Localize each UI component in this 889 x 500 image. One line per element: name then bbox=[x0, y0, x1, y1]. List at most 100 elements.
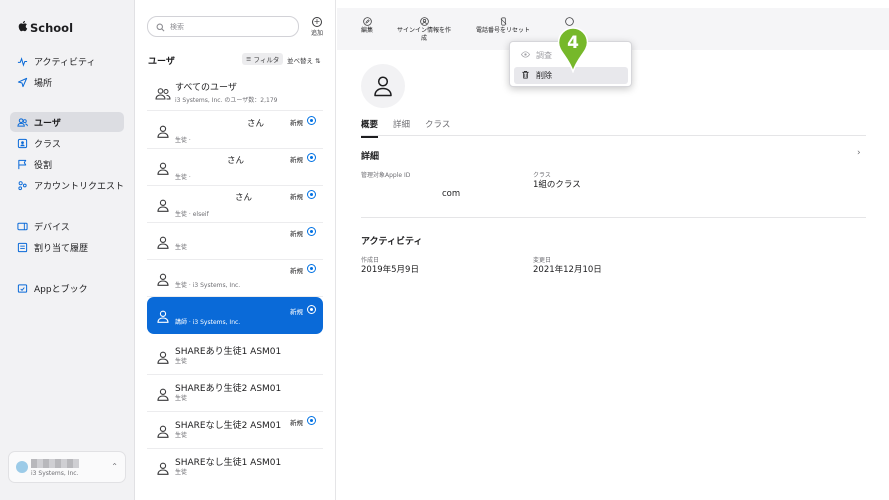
organization-name-redacted bbox=[31, 459, 79, 468]
new-tag: 新規 bbox=[290, 267, 303, 275]
sidebar-item-location[interactable]: 場所 bbox=[10, 72, 124, 92]
person-icon bbox=[157, 160, 169, 175]
person-icon bbox=[157, 271, 169, 286]
sidebar-item-account-requests[interactable]: アカウントリクエスト bbox=[10, 175, 124, 195]
all-users-row[interactable]: すべてのユーザ i3 Systems, Inc. のユーザ数：2,179 bbox=[147, 74, 323, 111]
user-name: SHAREあり生徒2 ASM01 bbox=[175, 384, 282, 394]
sort-button[interactable]: 並べ替え ⇅ bbox=[287, 55, 321, 65]
sidebar-item-label: アクティビティ bbox=[34, 57, 96, 68]
step-number: 4 bbox=[567, 33, 579, 53]
created-value: 2019年5月9日 bbox=[361, 265, 419, 275]
create-signin-label-line2: 成 bbox=[421, 35, 428, 42]
user-row[interactable]: SHAREなし生徒2 ASM01 生徒 新規 bbox=[147, 412, 323, 449]
create-signin-label-line1: サインイン情報を作 bbox=[397, 27, 452, 34]
sidebar-item-label: クラス bbox=[34, 139, 61, 150]
pencil-circle-icon bbox=[362, 17, 372, 26]
user-name: SHAREなし生徒1 ASM01 bbox=[175, 458, 282, 468]
organization-switcher[interactable]: i3 Systems, Inc. ⌃ bbox=[8, 451, 126, 483]
class-icon bbox=[17, 138, 28, 149]
organization-avatar bbox=[16, 461, 28, 473]
sidebar-item-apps-books[interactable]: Appとブック bbox=[10, 278, 124, 298]
user-avatar bbox=[361, 64, 405, 108]
user-role: 生徒 bbox=[175, 244, 188, 251]
sidebar-item-label: ユーザ bbox=[34, 118, 61, 129]
user-role: 生徒 bbox=[175, 358, 188, 365]
sidebar-item-roles[interactable]: 役割 bbox=[10, 154, 124, 174]
trash-icon bbox=[521, 70, 536, 81]
edit-button[interactable]: 編集 bbox=[361, 17, 373, 35]
user-role: 生徒 · i3 Systems, Inc. bbox=[175, 282, 241, 289]
menu-item-label: 削除 bbox=[536, 71, 552, 80]
person-icon bbox=[157, 460, 169, 475]
reset-phone-button[interactable]: 電話番号をリセット bbox=[476, 17, 530, 35]
new-tag: 新規 bbox=[290, 419, 303, 427]
search-field[interactable] bbox=[147, 16, 299, 37]
user-name: さん bbox=[247, 119, 265, 129]
user-row[interactable]: 生徒 · i3 Systems, Inc. 新規 bbox=[147, 260, 323, 297]
more-button[interactable] bbox=[565, 17, 574, 27]
app-logo: School bbox=[17, 20, 73, 35]
user-row-selected[interactable]: 講師 · i3 Systems, Inc. 新規 bbox=[147, 297, 323, 334]
person-icon bbox=[157, 423, 169, 438]
users-icon bbox=[17, 117, 28, 128]
user-row[interactable]: SHAREあり生徒1 ASM01 生徒 bbox=[147, 338, 323, 375]
account-request-icon bbox=[17, 180, 28, 191]
user-row[interactable]: さん 生徒 · 新規 bbox=[147, 149, 323, 186]
apps-books-icon bbox=[17, 283, 28, 294]
radio-selected-icon bbox=[307, 190, 316, 199]
sidebar-item-assignment-history[interactable]: 割り当て履歴 bbox=[10, 237, 124, 257]
add-label: 追加 bbox=[310, 30, 323, 37]
list-title: ユーザ bbox=[148, 57, 175, 67]
apple-logo-icon bbox=[17, 20, 28, 35]
person-icon bbox=[157, 308, 169, 323]
history-icon bbox=[17, 242, 28, 253]
eye-icon bbox=[521, 50, 536, 61]
sort-arrows-icon: ⇅ bbox=[315, 57, 321, 65]
radio-selected-icon bbox=[307, 416, 316, 425]
sidebar-item-classes[interactable]: クラス bbox=[10, 133, 124, 153]
chevron-updown-icon: ⌃ bbox=[111, 462, 118, 471]
sidebar-item-label: 場所 bbox=[34, 78, 53, 89]
person-icon bbox=[157, 234, 169, 249]
organization-subtitle: i3 Systems, Inc. bbox=[31, 470, 79, 477]
user-list-panel: + 追加 ユーザ ≡ フィルタ 並べ替え ⇅ すべてのユーザ i3 System… bbox=[135, 0, 336, 500]
sidebar-item-activity[interactable]: アクティビティ bbox=[10, 51, 124, 71]
user-name: SHAREあり生徒1 ASM01 bbox=[175, 347, 282, 357]
person-icon bbox=[374, 76, 392, 97]
user-row[interactable]: さん 生徒 · elseif 新規 bbox=[147, 186, 323, 223]
more-circle-icon bbox=[565, 17, 574, 26]
filter-label: フィルタ bbox=[253, 56, 280, 64]
class-value: 1組のクラス bbox=[533, 180, 581, 190]
flag-icon bbox=[17, 159, 28, 170]
add-user-button[interactable]: + 追加 bbox=[307, 17, 327, 37]
radio-selected-icon bbox=[307, 116, 316, 125]
divider bbox=[361, 217, 866, 218]
plus-icon: + bbox=[312, 17, 322, 27]
create-signin-button[interactable]: サインイン情報を作 成 bbox=[397, 17, 451, 43]
user-name: さん bbox=[235, 193, 253, 203]
user-role: 生徒 bbox=[175, 469, 188, 476]
activity-icon bbox=[17, 56, 28, 67]
filter-button[interactable]: ≡ フィルタ bbox=[242, 53, 284, 65]
sidebar-item-users[interactable]: ユーザ bbox=[10, 112, 124, 132]
user-row[interactable]: SHAREあり生徒2 ASM01 生徒 bbox=[147, 375, 323, 412]
new-tag: 新規 bbox=[290, 119, 303, 127]
sidebar-item-devices[interactable]: デバイス bbox=[10, 216, 124, 236]
managed-id-label: 管理対象Apple ID bbox=[361, 172, 411, 179]
new-tag: 新規 bbox=[290, 193, 303, 201]
user-row[interactable]: 生徒 新規 bbox=[147, 223, 323, 260]
modified-value: 2021年12月10日 bbox=[533, 265, 602, 275]
search-icon bbox=[156, 17, 170, 36]
user-row[interactable]: さん 生徒 · 新規 bbox=[147, 112, 323, 149]
divider bbox=[361, 135, 866, 136]
user-role: 生徒 · elseif bbox=[175, 211, 209, 218]
chevron-right-icon[interactable]: › bbox=[857, 148, 861, 158]
user-row[interactable]: SHAREなし生徒1 ASM01 生徒 bbox=[147, 449, 323, 486]
details-section-title: 詳細 bbox=[361, 152, 380, 162]
sidebar-item-label: 役割 bbox=[34, 160, 53, 171]
person-icon bbox=[157, 386, 169, 401]
new-tag: 新規 bbox=[290, 308, 303, 316]
menu-item-label: 調査 bbox=[536, 51, 552, 60]
person-icon bbox=[157, 349, 169, 364]
search-input[interactable] bbox=[170, 22, 290, 31]
